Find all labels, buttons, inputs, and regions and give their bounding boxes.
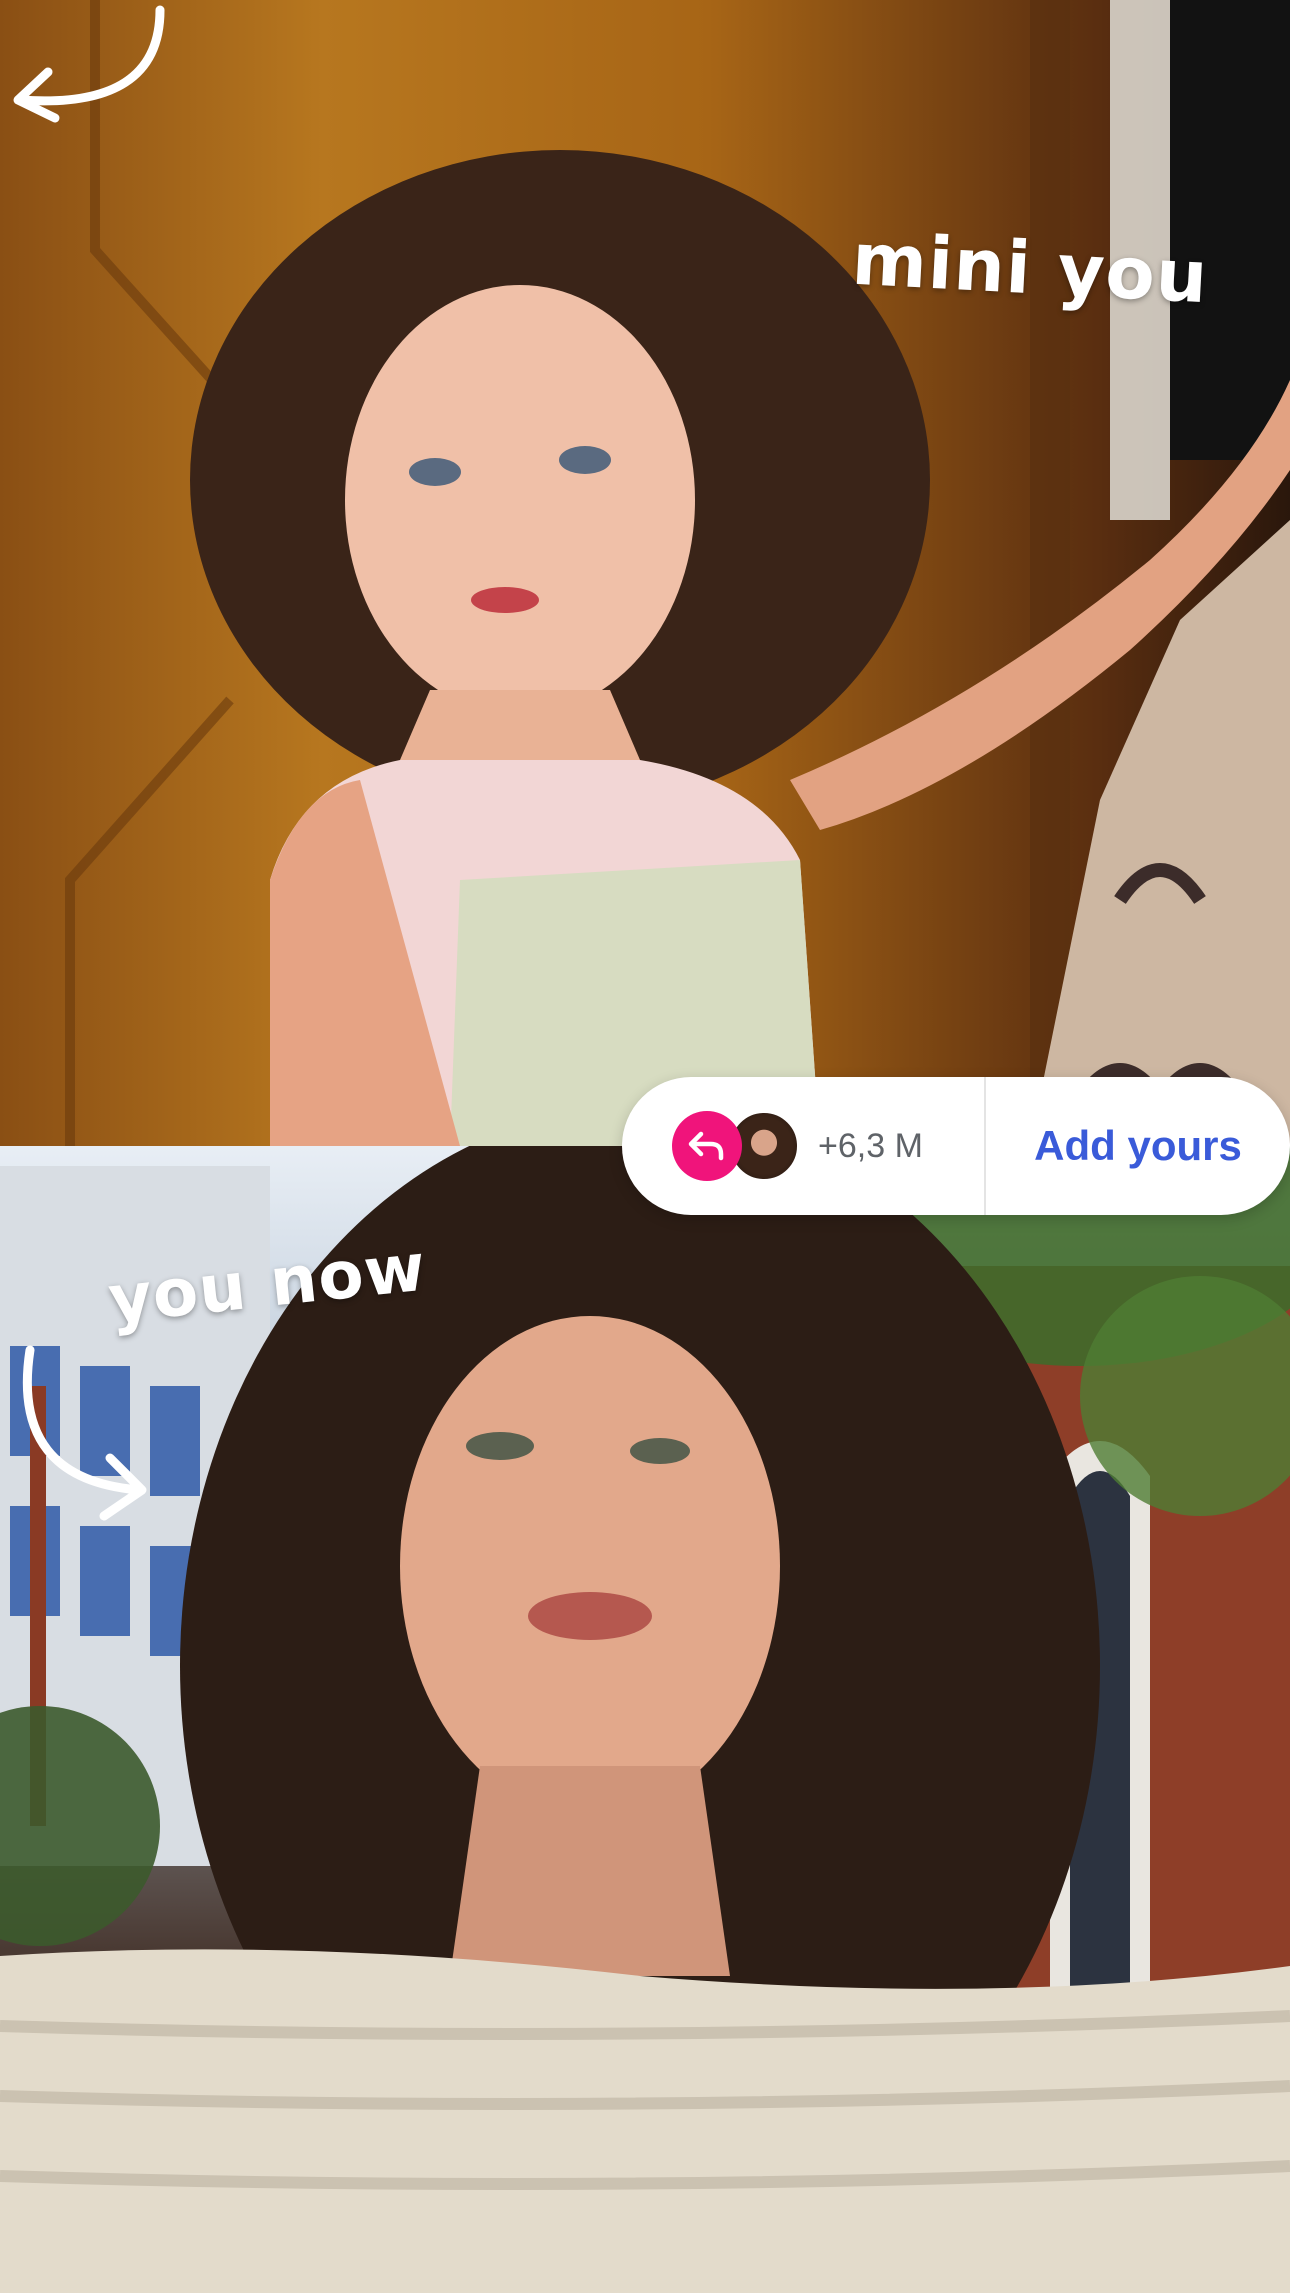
childhood-photo-illustration	[65, 0, 1290, 1146]
curved-arrow-icon	[22, 1345, 147, 1521]
story-canvas: mini you you now +6,3 M Add yours	[0, 0, 1290, 2293]
add-yours-sticker[interactable]: +6,3 M Add yours	[622, 1077, 1290, 1215]
current-photo: you now	[0, 1146, 1290, 2293]
participant-count: +6,3 M	[818, 1126, 923, 1165]
reply-arrow-icon	[672, 1111, 742, 1181]
participants-summary[interactable]: +6,3 M	[622, 1077, 984, 1215]
childhood-photo: mini you	[0, 0, 1290, 1146]
add-yours-button[interactable]: Add yours	[986, 1122, 1290, 1170]
curved-arrow-icon	[13, 5, 165, 123]
